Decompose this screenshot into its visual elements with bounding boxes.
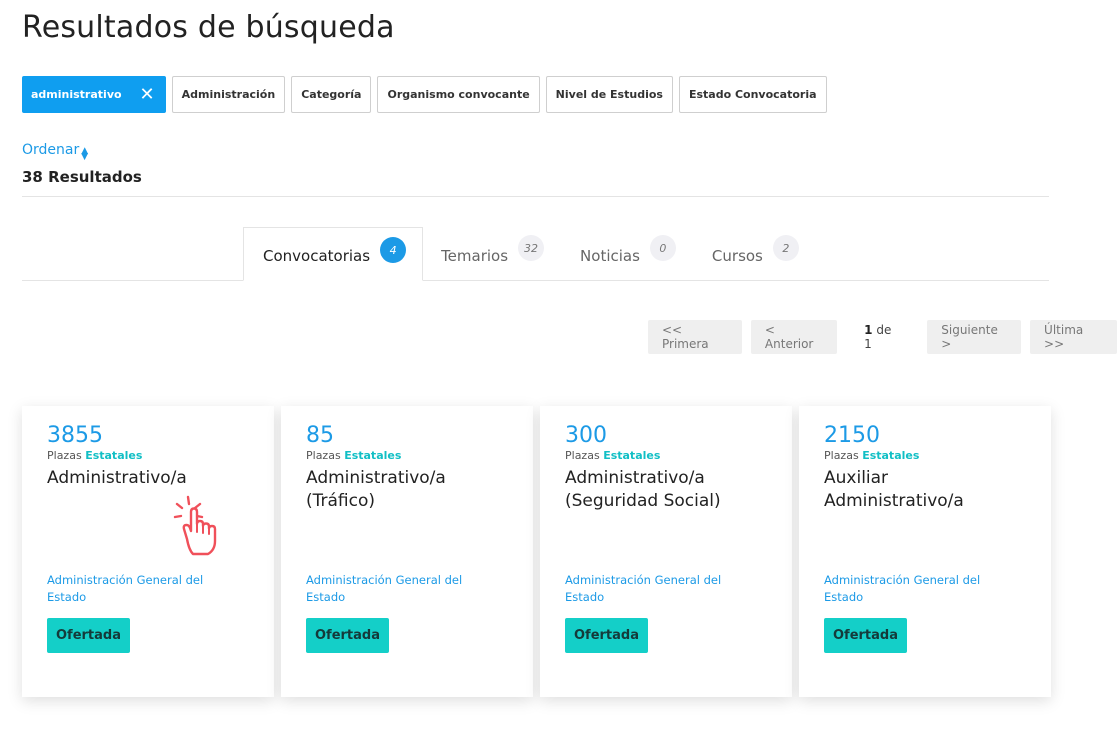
sort-button[interactable]: Ordenar ▲▼ — [22, 142, 89, 162]
page-indicator: 1 de 1 — [846, 323, 918, 351]
filter-nivel-de-estudios[interactable]: Nivel de Estudios — [545, 76, 673, 113]
page-title: Resultados de búsqueda — [22, 10, 395, 45]
tab-label: Noticias — [580, 247, 640, 265]
sort-label: Ordenar — [22, 142, 80, 158]
plazas-label: Plazas — [47, 449, 82, 462]
count-badge: 0 — [649, 235, 676, 261]
hand-pointer-click-icon — [173, 495, 217, 556]
card-title: Administrativo/a (Seguridad Social) — [565, 468, 721, 511]
result-card[interactable]: 2150 Plazas Estatales Auxiliar Administr… — [799, 406, 1051, 697]
scope-label: Estatales — [862, 449, 920, 462]
status-badge[interactable]: Ofertada — [47, 618, 130, 653]
plazas-label: Plazas — [565, 449, 600, 462]
plazas-label: Plazas — [306, 449, 341, 462]
scope-label: Estatales — [344, 449, 402, 462]
first-page-button[interactable]: << Primera — [648, 320, 742, 354]
next-page-button[interactable]: Siguiente > — [927, 320, 1022, 354]
tab-label: Cursos — [711, 247, 763, 265]
organism-link[interactable]: Administración General del Estado — [565, 572, 745, 606]
page-of: de — [876, 323, 892, 337]
filter-administracion[interactable]: Administración — [171, 76, 286, 113]
plazas-caption: Plazas Estatales — [565, 449, 767, 462]
scope-label: Estatales — [603, 449, 661, 462]
sort-caret-icon: ▲▼ — [81, 146, 89, 162]
result-card[interactable]: 3855 Plazas Estatales Administrativo/a A… — [22, 406, 274, 697]
organism-link[interactable]: Administración General del Estado — [47, 572, 227, 606]
organism-link[interactable]: Administración General del Estado — [306, 572, 486, 606]
tab-label: Convocatorias — [263, 247, 371, 265]
tab-temarios[interactable]: Temarios 32 — [423, 227, 562, 281]
scope-label: Estatales — [85, 449, 143, 462]
card-title: Administrativo/a (Tráfico) — [306, 468, 446, 511]
plazas-number: 300 — [565, 423, 607, 448]
plazas-number: 2150 — [824, 423, 880, 448]
card-title: Auxiliar Administrativo/a — [824, 468, 964, 511]
active-filter-label: administrativo — [31, 88, 122, 101]
pagination: << Primera < Anterior 1 de 1 Siguiente >… — [648, 320, 1117, 354]
filter-bar: administrativo ✕ Administración Categorí… — [22, 76, 827, 113]
results-count: 38 Resultados — [22, 168, 142, 186]
tab-noticias[interactable]: Noticias 0 — [562, 227, 694, 281]
card-title: Administrativo/a — [47, 468, 187, 488]
status-badge[interactable]: Ofertada — [565, 618, 648, 653]
count-badge: 2 — [772, 235, 799, 261]
tab-label: Temarios — [441, 247, 509, 265]
plazas-number: 3855 — [47, 423, 103, 448]
filter-organismo-convocante[interactable]: Organismo convocante — [377, 76, 540, 113]
close-icon[interactable]: ✕ — [140, 85, 155, 104]
total-pages: 1 — [864, 337, 872, 351]
status-badge[interactable]: Ofertada — [824, 618, 907, 653]
current-page: 1 — [864, 323, 873, 337]
filter-estado-convocatoria[interactable]: Estado Convocatoria — [678, 76, 827, 113]
status-badge[interactable]: Ofertada — [306, 618, 389, 653]
plazas-caption: Plazas Estatales — [47, 449, 249, 462]
count-badge: 32 — [518, 235, 545, 261]
count-badge: 4 — [380, 237, 407, 263]
previous-page-button[interactable]: < Anterior — [750, 320, 838, 354]
organism-link[interactable]: Administración General del Estado — [824, 572, 1004, 606]
divider — [22, 196, 1049, 197]
plazas-label: Plazas — [824, 449, 859, 462]
plazas-caption: Plazas Estatales — [306, 449, 508, 462]
tab-convocatorias[interactable]: Convocatorias 4 — [243, 227, 424, 281]
plazas-number: 85 — [306, 423, 334, 448]
filter-categoria[interactable]: Categoría — [291, 76, 372, 113]
result-card[interactable]: 300 Plazas Estatales Administrativo/a (S… — [540, 406, 792, 697]
last-page-button[interactable]: Última >> — [1030, 320, 1117, 354]
result-tabs: Convocatorias 4 Temarios 32 Noticias 0 C… — [243, 227, 817, 281]
plazas-caption: Plazas Estatales — [824, 449, 1026, 462]
tab-cursos[interactable]: Cursos 2 — [694, 227, 817, 281]
active-filter-chip[interactable]: administrativo ✕ — [22, 76, 166, 113]
result-card[interactable]: 85 Plazas Estatales Administrativo/a (Tr… — [281, 406, 533, 697]
